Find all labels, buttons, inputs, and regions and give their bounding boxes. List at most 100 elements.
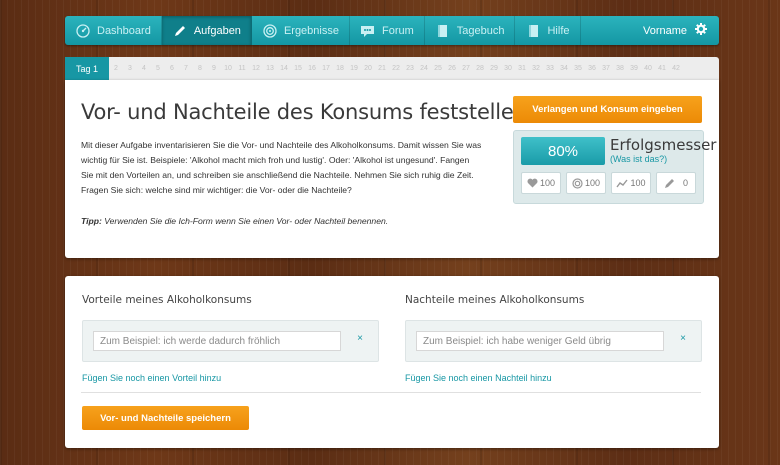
day-tab[interactable]: 37 [599, 65, 613, 72]
tip-text: Verwenden Sie die Ich-Form wenn Sie eine… [104, 216, 389, 226]
day-tab[interactable]: 39 [627, 65, 641, 72]
nav-label: Aufgaben [193, 24, 241, 37]
day-tab[interactable]: 5 [151, 65, 165, 72]
nav-item-forum[interactable]: Forum [350, 16, 425, 45]
nav-label: Tagebuch [456, 24, 505, 37]
day-tab[interactable]: 33 [543, 65, 557, 72]
dashboard-icon [75, 23, 91, 39]
day-tab[interactable]: 42 [669, 65, 683, 72]
verlangen-konsum-button[interactable]: Verlangen und Konsum eingeben [513, 96, 702, 123]
nav-item-aufgaben[interactable]: Aufgaben [161, 16, 252, 45]
day-tab[interactable]: 9 [207, 65, 221, 72]
chat-bubble-icon [360, 23, 376, 39]
page-title: Vor- und Nachteile des Konsums feststell… [81, 100, 527, 124]
day-tab[interactable]: 18 [333, 65, 347, 72]
day-tab[interactable]: 24 [417, 65, 431, 72]
day-tab[interactable]: 38 [613, 65, 627, 72]
success-meter: 80% Erfolgsmesser (Was ist das?) 100 100… [513, 130, 716, 204]
pros-remove-icon[interactable]: × [357, 333, 363, 344]
stat-value: 0 [682, 178, 688, 188]
pros-heading: Vorteile meines Alkoholkonsums [82, 294, 252, 306]
day-tab[interactable]: 31 [515, 65, 529, 72]
day-tab[interactable]: 6 [165, 65, 179, 72]
day-tab[interactable]: 11 [235, 65, 249, 72]
pros-cons-form: Vorteile meines Alkoholkonsums × Fügen S… [65, 276, 719, 448]
day-tab[interactable]: 15 [291, 65, 305, 72]
stat-value: 100 [539, 178, 556, 188]
nav-item-tagebuch[interactable]: Tagebuch [425, 16, 516, 45]
user-menu[interactable]: Vorname [631, 16, 719, 45]
day-tab[interactable]: 7 [179, 65, 193, 72]
add-pro-link[interactable]: Fügen Sie noch einen Vorteil hinzu [82, 373, 221, 383]
pencil-icon [172, 23, 188, 39]
gear-icon[interactable] [695, 23, 707, 38]
day-tab[interactable]: 10 [221, 65, 235, 72]
day-tabs: Tag 1 2 3 4 5 6 7 8 9 10 11 12 13 14 15 16 17 18 19 20 21 22… [65, 57, 719, 80]
book-icon [435, 23, 451, 39]
day-tab[interactable]: 35 [571, 65, 585, 72]
day-tab[interactable]: 3 [123, 65, 137, 72]
help-book-icon [525, 23, 541, 39]
day-tab[interactable]: 26 [445, 65, 459, 72]
nav-label: Dashboard [97, 24, 151, 37]
day-tab[interactable]: 28 [473, 65, 487, 72]
day-tab[interactable]: 29 [487, 65, 501, 72]
day-tab[interactable]: 40 [641, 65, 655, 72]
day-tab[interactable]: 19 [347, 65, 361, 72]
task-tip: Tipp: Verwenden Sie die Ich-Form wenn Si… [81, 216, 483, 226]
day-tab[interactable]: 20 [361, 65, 375, 72]
cons-heading: Nachteile meines Alkoholkonsums [405, 294, 585, 306]
meter-info-link[interactable]: (Was ist das?) [610, 154, 667, 164]
stat-target: 100 [566, 172, 606, 194]
day-tab[interactable]: 12 [249, 65, 263, 72]
day-tab[interactable]: 32 [529, 65, 543, 72]
stats-row: 100 100 100 0 [521, 172, 696, 194]
day-tab[interactable]: 22 [389, 65, 403, 72]
cons-field-box: × [405, 320, 702, 362]
day-tab-active[interactable]: Tag 1 [65, 57, 109, 80]
nav-item-hilfe[interactable]: Hilfe [515, 16, 581, 45]
day-tab[interactable]: 2 [109, 65, 123, 72]
stat-value: 100 [584, 178, 601, 188]
nav-item-ergebnisse[interactable]: Ergebnisse [252, 16, 350, 45]
heart-icon [527, 178, 538, 188]
day-tab[interactable]: 21 [375, 65, 389, 72]
day-tab[interactable]: 34 [557, 65, 571, 72]
day-tab[interactable]: 41 [655, 65, 669, 72]
divider [81, 392, 701, 393]
target-icon [262, 23, 278, 39]
stat-pencil: 0 [656, 172, 696, 194]
day-tab-list: 2 3 4 5 6 7 8 9 10 11 12 13 14 15 16 17 18 19 20 21 22 23 24 25… [109, 65, 683, 72]
cons-input[interactable] [416, 331, 664, 351]
save-button[interactable]: Vor- und Nachteile speichern [82, 406, 249, 430]
day-tab[interactable]: 4 [137, 65, 151, 72]
progress-percent: 80% [521, 137, 605, 165]
cons-remove-icon[interactable]: × [680, 333, 686, 344]
stat-heart: 100 [521, 172, 561, 194]
day-tab[interactable]: 36 [585, 65, 599, 72]
day-tab[interactable]: 27 [459, 65, 473, 72]
day-tab[interactable]: 14 [277, 65, 291, 72]
day-tab[interactable]: 16 [305, 65, 319, 72]
trend-icon [616, 179, 629, 188]
nav-item-dashboard[interactable]: Dashboard [65, 16, 162, 45]
stat-value: 100 [630, 178, 646, 188]
tip-label: Tipp: [81, 216, 102, 226]
day-tab[interactable]: 23 [403, 65, 417, 72]
pencil-icon [664, 178, 675, 189]
day-tab[interactable]: 25 [431, 65, 445, 72]
nav-label: Hilfe [547, 24, 570, 37]
add-con-link[interactable]: Fügen Sie noch einen Nachteil hinzu [405, 373, 552, 383]
main-nav: Dashboard Aufgaben Ergebnisse Forum Tage… [65, 16, 719, 45]
task-description: Mit dieser Aufgabe inventarisieren Sie d… [81, 140, 482, 195]
target-icon [572, 177, 583, 189]
nav-label: Forum [381, 24, 414, 37]
day-tab[interactable]: 13 [263, 65, 277, 72]
day-tab[interactable]: 17 [319, 65, 333, 72]
day-tab[interactable]: 30 [501, 65, 515, 72]
pros-input[interactable] [93, 331, 341, 351]
stat-trend: 100 [611, 172, 651, 194]
day-tab[interactable]: 8 [193, 65, 207, 72]
task-panel: Vor- und Nachteile des Konsums feststell… [65, 80, 719, 258]
